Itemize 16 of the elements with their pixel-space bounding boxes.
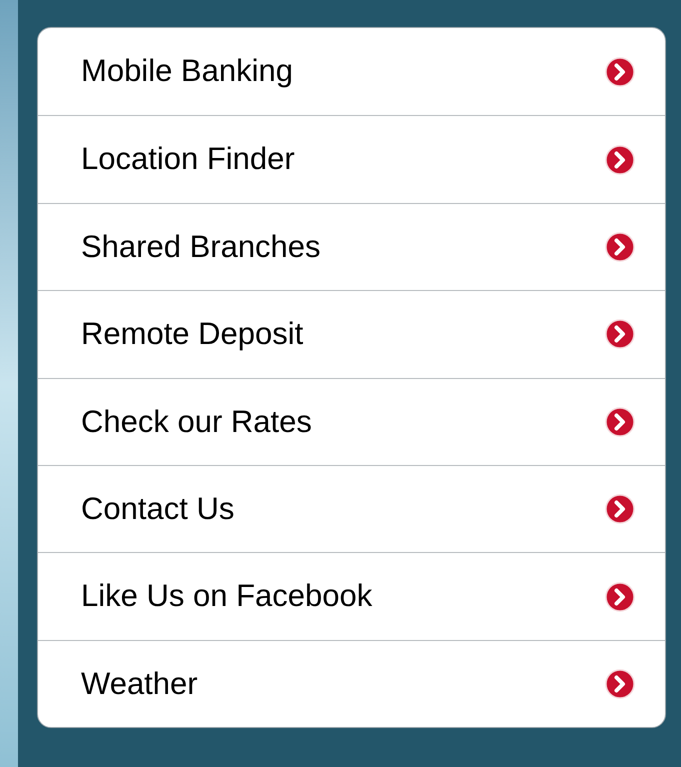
chevron-right-icon <box>605 144 635 175</box>
menu-item[interactable]: Mobile Banking <box>38 28 665 116</box>
chevron-right-icon <box>605 494 635 524</box>
chevron-right-icon <box>605 56 635 87</box>
menu-item[interactable]: Check our Rates <box>38 378 665 465</box>
chevron-right-icon <box>605 582 635 612</box>
chevron-right-icon <box>605 319 635 350</box>
menu-item[interactable]: Remote Deposit <box>38 290 665 378</box>
menu-item[interactable]: Weather <box>38 640 665 728</box>
chevron-right-icon <box>605 232 635 262</box>
chevron-right-icon <box>605 668 635 699</box>
menu-item[interactable]: Shared Branches <box>38 202 665 290</box>
chevron-right-icon <box>605 406 635 437</box>
menu-item[interactable]: Contact Us <box>38 464 665 552</box>
menu-item[interactable]: Like Us on Facebook <box>38 552 665 640</box>
menu-item[interactable]: Location Finder <box>38 115 665 203</box>
